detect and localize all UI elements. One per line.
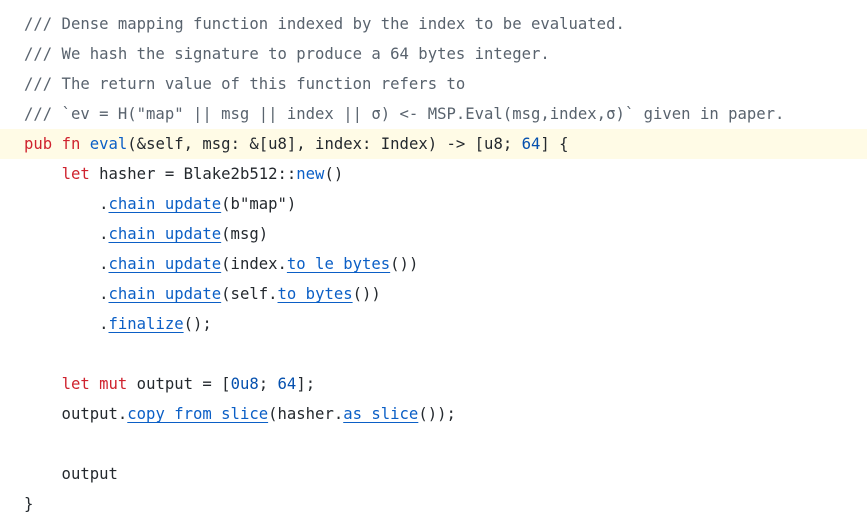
number-token: 64 xyxy=(277,375,297,393)
comment-token: /// We hash the signature to produce a 6… xyxy=(24,45,550,63)
code-text-token: (hasher. xyxy=(268,405,344,423)
function-name-token: eval xyxy=(89,135,128,153)
code-text-token: . xyxy=(24,255,109,273)
code-line: output xyxy=(0,459,867,489)
method-call-token: chain_update xyxy=(108,195,222,213)
method-call-token: chain_update xyxy=(108,285,222,303)
code-text-token: () xyxy=(324,165,344,183)
code-line: .finalize(); xyxy=(0,309,867,339)
code-text-token: } xyxy=(24,495,34,513)
code-line: .chain_update(msg) xyxy=(0,219,867,249)
code-line: let hasher = Blake2b512::new() xyxy=(0,159,867,189)
code-text-token: ] { xyxy=(540,135,569,153)
code-text-token: . xyxy=(24,285,109,303)
code-text-token: ]; xyxy=(296,375,316,393)
method-call-token: copy_from_slice xyxy=(127,405,269,423)
code-text-token: . xyxy=(24,225,109,243)
keyword-token: let xyxy=(61,375,90,393)
method-call-token: chain_update xyxy=(108,225,222,243)
code-text-token: (index. xyxy=(221,255,287,273)
code-line: output.copy_from_slice(hasher.as_slice()… xyxy=(0,399,867,429)
code-text-token: (msg) xyxy=(221,225,269,243)
keyword-token: let xyxy=(61,165,90,183)
code-line: .chain_update(self.to_bytes()) xyxy=(0,279,867,309)
method-call-token: to_le_bytes xyxy=(286,255,391,273)
code-line: .chain_update(index.to_le_bytes()) xyxy=(0,249,867,279)
code-text-token: hasher = Blake2b512:: xyxy=(89,165,297,183)
code-text-token: (self. xyxy=(221,285,278,303)
code-text-token: (); xyxy=(183,315,212,333)
code-text-token: . xyxy=(24,315,109,333)
code-line: let mut output = [0u8; 64]; xyxy=(0,369,867,399)
code-text-token: (b"map") xyxy=(221,195,297,213)
code-line: /// The return value of this function re… xyxy=(0,69,867,99)
code-text-token: ; xyxy=(258,375,278,393)
code-line: /// `ev = H("map" || msg || index || σ) … xyxy=(0,99,867,129)
number-token: 64 xyxy=(521,135,541,153)
function-name-token: new xyxy=(296,165,325,183)
method-call-token: finalize xyxy=(108,315,184,333)
code-text-token: ()); xyxy=(418,405,456,423)
comment-token: /// `ev = H("map" || msg || index || σ) … xyxy=(24,105,785,123)
keyword-token: pub xyxy=(24,135,53,153)
comment-token: /// Dense mapping function indexed by th… xyxy=(24,15,625,33)
code-text-token: ()) xyxy=(352,285,381,303)
code-text-token: output. xyxy=(24,405,128,423)
code-line: .chain_update(b"map") xyxy=(0,189,867,219)
code-line: /// We hash the signature to produce a 6… xyxy=(0,39,867,69)
code-text-token: . xyxy=(24,195,109,213)
code-text-token: output = [ xyxy=(127,375,231,393)
code-text-token: ()) xyxy=(390,255,419,273)
method-call-token: chain_update xyxy=(108,255,222,273)
number-token: 0u8 xyxy=(230,375,259,393)
code-line: /// Dense mapping function indexed by th… xyxy=(0,9,867,39)
keyword-token: fn xyxy=(61,135,81,153)
keyword-token: mut xyxy=(99,375,128,393)
code-line-highlighted: pub fn eval(&self, msg: &[u8], index: In… xyxy=(0,129,867,159)
code-line: } xyxy=(0,489,867,519)
method-call-token: as_slice xyxy=(343,405,419,423)
code-view: /// Dense mapping function indexed by th… xyxy=(0,0,867,530)
code-text-token: output xyxy=(24,465,118,483)
code-text-token: (&self, msg: &[u8], index: Index) -> [u8… xyxy=(127,135,522,153)
method-call-token: to_bytes xyxy=(277,285,353,303)
comment-token: /// The return value of this function re… xyxy=(24,75,466,93)
